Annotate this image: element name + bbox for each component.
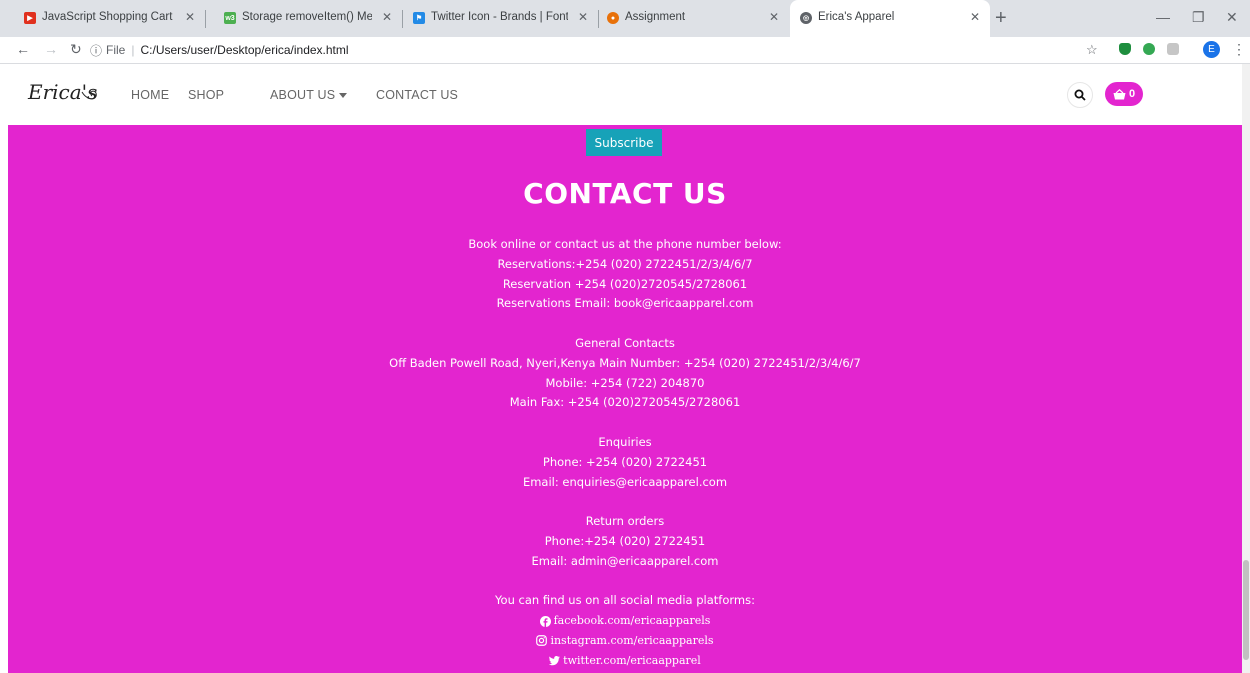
tab-title: Erica's Apparel <box>818 11 895 23</box>
tab-title: Assignment <box>625 11 686 23</box>
close-icon[interactable]: ✕ <box>382 10 392 24</box>
url-text: C:/Users/user/Desktop/erica/index.html <box>140 43 349 57</box>
page-scrollbar[interactable] <box>1242 64 1250 673</box>
shield-extension-icon[interactable] <box>1119 43 1131 55</box>
reservation-phone-alt: Reservation +254 (020)2720545/2728061 <box>502 276 748 291</box>
instagram-icon <box>536 635 548 647</box>
info-icon[interactable]: ⓘ <box>90 42 102 59</box>
close-icon[interactable]: ✕ <box>769 10 779 24</box>
caret-down-icon <box>339 93 348 99</box>
browser-tab-strip: ▶ JavaScript Shopping Cart Tutorial ✕ w3… <box>0 0 1250 37</box>
return-orders-email: Email: admin@ericaapparel.com <box>531 553 719 568</box>
site-logo[interactable]: Erica's <box>28 80 97 104</box>
site-navbar: Erica's HOME SHOP ABOUT US CONTACT US 0 <box>8 64 1242 125</box>
reload-icon[interactable]: ↻ <box>70 41 82 58</box>
bookmark-star-icon[interactable]: ☆ <box>1086 42 1098 58</box>
w3schools-icon: w3 <box>224 12 236 24</box>
address-bar: ← → ↻ ⓘ File | C:/Users/user/Desktop/eri… <box>0 37 1250 64</box>
enquiries-email: Email: enquiries@ericaapparel.com <box>522 474 728 489</box>
general-contacts-heading: General Contacts <box>575 335 675 350</box>
extension-icon[interactable] <box>1143 43 1155 55</box>
cart-button[interactable]: 0 <box>1105 82 1143 106</box>
twitter-link[interactable]: twitter.com/ericaapparel <box>8 651 1242 671</box>
tab-title: Storage removeItem() Method <box>242 11 372 23</box>
new-tab-icon[interactable]: + <box>995 7 1007 30</box>
browser-tab[interactable]: w3 Storage removeItem() Method ✕ <box>206 0 402 37</box>
facebook-link[interactable]: facebook.com/ericaapparels <box>8 611 1242 631</box>
back-arrow-icon[interactable]: ← <box>16 41 30 57</box>
address-main-number: Off Baden Powell Road, Nyeri,Kenya Main … <box>389 355 861 370</box>
reservations-email: Reservations Email: book@ericaapparel.co… <box>496 296 754 311</box>
nav-link-about[interactable]: ABOUT US <box>270 88 348 102</box>
booking-intro: Book online or contact us at the phone n… <box>468 237 782 251</box>
shopping-basket-icon <box>1113 88 1126 99</box>
browser-tab[interactable]: ▶ JavaScript Shopping Cart Tutorial ✕ <box>0 0 205 37</box>
reservations-phone: Reservations:+254 (020) 2722451/2/3/4/6/… <box>497 256 753 271</box>
nav-link-shop[interactable]: SHOP <box>188 88 224 102</box>
window-close-icon[interactable]: ✕ <box>1226 9 1238 26</box>
profile-avatar[interactable]: E <box>1203 41 1220 58</box>
forward-arrow-icon[interactable]: → <box>44 41 58 57</box>
return-orders-heading: Return orders <box>585 514 665 529</box>
pdf-extension-icon[interactable] <box>1167 43 1179 55</box>
minimize-icon[interactable]: — <box>1156 9 1170 25</box>
youtube-icon: ▶ <box>24 12 36 24</box>
browser-tab[interactable]: ⚑ Twitter Icon - Brands | Font Awesome ✕ <box>403 0 598 37</box>
close-icon[interactable]: ✕ <box>970 10 980 24</box>
tab-title: Twitter Icon - Brands | Font Awesome <box>431 11 568 23</box>
tab-title: JavaScript Shopping Cart Tutorial <box>42 11 175 23</box>
instagram-url: instagram.com/ericaapparels <box>550 633 714 647</box>
nav-link-about-label: ABOUT US <box>270 88 336 102</box>
moodle-icon: ● <box>607 12 619 24</box>
page-title: CONTACT US <box>523 177 727 210</box>
return-orders-phone: Phone:+254 (020) 2722451 <box>544 533 706 548</box>
facebook-url: facebook.com/ericaapparels <box>553 614 711 628</box>
search-button[interactable] <box>1067 82 1093 108</box>
instagram-link[interactable]: instagram.com/ericaapparels <box>8 631 1242 651</box>
browser-tab-active[interactable]: ◎ Erica's Apparel ✕ <box>790 0 990 37</box>
mobile-number: Mobile: +254 (722) 204870 <box>545 375 705 390</box>
twitter-url: twitter.com/ericaapparel <box>563 653 701 667</box>
logo-swirl-icon <box>81 90 97 100</box>
search-icon <box>1074 89 1086 101</box>
main-fax: Main Fax: +254 (020)2720545/2728061 <box>509 395 741 410</box>
menu-kebab-icon[interactable]: ⋮ <box>1232 41 1246 58</box>
url-scheme-label: File <box>106 43 126 57</box>
fontawesome-icon: ⚑ <box>413 12 425 24</box>
cart-count: 0 <box>1128 88 1136 100</box>
contact-section: Subscribe CONTACT US Book online or cont… <box>8 125 1242 673</box>
enquiries-phone: Phone: +254 (020) 2722451 <box>542 454 708 469</box>
url-input[interactable]: ⓘ File | C:/Users/user/Desktop/erica/ind… <box>90 39 1080 61</box>
nav-link-home[interactable]: HOME <box>131 88 169 102</box>
browser-tab[interactable]: ● Assignment ✕ <box>599 0 789 37</box>
nav-link-contact[interactable]: CONTACT US <box>376 88 458 102</box>
url-divider: | <box>131 43 135 57</box>
twitter-icon <box>549 656 560 666</box>
scrollbar-thumb[interactable] <box>1243 560 1249 660</box>
subscribe-button[interactable]: Subscribe <box>586 129 662 156</box>
restore-icon[interactable]: ❐ <box>1192 9 1205 26</box>
close-icon[interactable]: ✕ <box>578 10 588 24</box>
globe-icon: ◎ <box>800 12 812 24</box>
close-icon[interactable]: ✕ <box>185 10 195 24</box>
enquiries-heading: Enquiries <box>598 434 652 449</box>
contact-details: Book online or contact us at the phone n… <box>8 235 1242 671</box>
social-intro: You can find us on all social media plat… <box>495 593 755 608</box>
facebook-icon <box>539 615 551 627</box>
